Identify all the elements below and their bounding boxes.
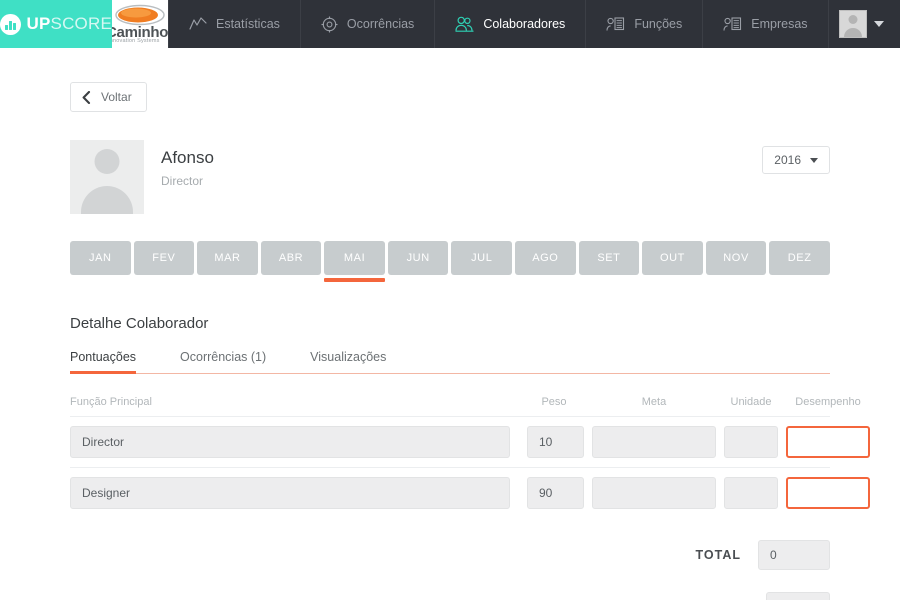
tab-ocorrencias[interactable]: Ocorrências (1) <box>180 350 266 373</box>
month-tab-abr[interactable]: ABR <box>260 241 322 275</box>
total-row: TOTAL 0 <box>70 540 830 570</box>
funcao-field[interactable]: Director <box>70 426 510 458</box>
month-tab-set[interactable]: SET <box>578 241 640 275</box>
line-chart-icon <box>189 17 207 30</box>
top-navbar: UPSCORE Caminho Innovation Systems Estat… <box>0 0 900 48</box>
tab-label: Pontuações <box>70 350 137 364</box>
tab-label: Ocorrências (1) <box>180 350 267 364</box>
nav-item-empresas[interactable]: Empresas <box>702 0 829 48</box>
back-button-label: Voltar <box>101 90 132 104</box>
user-placeholder-icon <box>70 140 144 214</box>
month-tab-jun[interactable]: JUN <box>387 241 449 275</box>
peso-field[interactable]: 10 <box>527 426 584 458</box>
nav-item-funcoes[interactable]: Funções <box>585 0 702 48</box>
total-value: 0 <box>758 540 830 570</box>
profile-role: Director <box>161 174 204 189</box>
totals-section: TOTAL 0 Total do Mês 0 <box>70 540 830 600</box>
month-tab-ago[interactable]: AGO <box>515 241 576 275</box>
year-select-value: 2016 <box>774 153 801 167</box>
nav-item-estatisticas[interactable]: Estatísticas <box>168 0 300 48</box>
month-total-value: 0 <box>766 592 830 600</box>
month-total-row: Total do Mês 0 <box>70 592 830 600</box>
nav-item-label: Ocorrências <box>346 17 415 31</box>
client-logo-tagline: Innovation Systems <box>112 38 160 44</box>
month-tab-mar[interactable]: MAR <box>197 241 258 275</box>
brand-logo[interactable]: UPSCORE <box>0 0 112 48</box>
detail-tabs: Pontuações Ocorrências (1) Visualizações <box>70 350 830 374</box>
nav-items: Estatísticas Ocorrências Colaboradores F… <box>168 0 829 48</box>
month-tab-fev[interactable]: FEV <box>133 241 195 275</box>
brand-text-secondary: SCORE <box>50 14 112 33</box>
month-tab-label: JAN <box>88 252 112 264</box>
peso-field[interactable]: 90 <box>527 477 584 509</box>
total-label: TOTAL <box>695 548 741 562</box>
column-header-funcao: Função Principal <box>70 396 152 408</box>
year-select[interactable]: 2016 <box>762 146 830 174</box>
nav-item-colaboradores[interactable]: Colaboradores <box>434 0 585 48</box>
caret-down-icon[interactable] <box>874 21 884 27</box>
table-row: Director 10 <box>70 417 870 468</box>
month-tabs: JAN FEV MAR ABR MAI JUN JUL AGO SET OUT … <box>70 241 830 282</box>
month-tab-label: JUL <box>471 252 493 264</box>
funcao-field[interactable]: Designer <box>70 477 510 509</box>
meta-field[interactable] <box>592 426 716 458</box>
month-tab-label: FEV <box>152 252 176 264</box>
table-row: Designer 90 <box>70 468 870 518</box>
back-button[interactable]: Voltar <box>70 82 147 112</box>
month-tab-nov[interactable]: NOV <box>705 241 767 275</box>
brand-text: UPSCORE <box>27 14 113 34</box>
column-header-unidade: Unidade <box>730 396 772 408</box>
month-tab-mai[interactable]: MAI <box>324 241 385 282</box>
chevron-left-icon <box>82 90 91 104</box>
column-header-desempenho: Desempenho <box>795 396 861 408</box>
brand-text-primary: UP <box>26 14 51 33</box>
nav-user-area[interactable] <box>839 0 900 48</box>
tab-pontuacoes[interactable]: Pontuações <box>70 350 137 374</box>
column-header-meta: Meta <box>641 396 667 408</box>
month-tab-label: MAI <box>343 252 366 264</box>
target-icon <box>321 16 338 32</box>
tab-label: Visualizações <box>310 350 387 364</box>
nav-item-label: Estatísticas <box>216 17 280 31</box>
company-list-icon <box>723 17 742 31</box>
profile-meta: Afonso Director <box>161 140 214 188</box>
unidade-field[interactable] <box>724 426 778 458</box>
nav-item-label: Colaboradores <box>483 17 566 31</box>
month-tab-label: SET <box>597 252 621 264</box>
nav-item-ocorrencias[interactable]: Ocorrências <box>299 0 434 48</box>
back-row: Voltar <box>70 48 830 112</box>
table-header-row: Função Principal Peso Meta Unidade Desem… <box>70 396 861 417</box>
bar-chart-circle-icon <box>0 13 21 35</box>
month-tab-label: DEZ <box>787 252 812 264</box>
content-container: Voltar Afonso Director 2016 JAN FEV MAR … <box>70 48 870 600</box>
unidade-field[interactable] <box>724 477 778 509</box>
month-tab-label: OUT <box>659 252 685 264</box>
people-icon <box>455 16 474 32</box>
roles-list-icon <box>606 17 625 31</box>
nav-item-label: Empresas <box>751 17 808 31</box>
month-tab-label: JUN <box>406 252 430 264</box>
pontuacoes-table: Função Principal Peso Meta Unidade Desem… <box>70 396 870 518</box>
profile-header: Afonso Director 2016 <box>70 140 830 214</box>
tab-visualizacoes[interactable]: Visualizações <box>310 350 386 373</box>
desempenho-field[interactable] <box>786 426 870 458</box>
month-tab-dez[interactable]: DEZ <box>769 241 830 275</box>
month-tab-label: ABR <box>278 252 304 264</box>
month-tab-jan[interactable]: JAN <box>70 241 131 275</box>
client-logo[interactable]: Caminho Innovation Systems <box>112 0 168 48</box>
column-header-peso: Peso <box>541 396 567 408</box>
page-body: Voltar Afonso Director 2016 JAN FEV MAR … <box>0 48 900 600</box>
page-title: Detalhe Colaborador <box>70 315 209 332</box>
profile-name: Afonso <box>161 148 214 167</box>
caret-down-icon <box>810 157 818 163</box>
month-tab-jul[interactable]: JUL <box>451 241 513 275</box>
month-tab-label: AGO <box>532 252 559 264</box>
meta-field[interactable] <box>592 477 716 509</box>
nav-item-label: Funções <box>634 17 683 31</box>
user-avatar-icon[interactable] <box>839 10 867 38</box>
month-tab-label: MAR <box>214 252 241 264</box>
month-tab-out[interactable]: OUT <box>642 241 703 275</box>
month-tab-label: NOV <box>723 252 749 264</box>
desempenho-field[interactable] <box>786 477 870 509</box>
